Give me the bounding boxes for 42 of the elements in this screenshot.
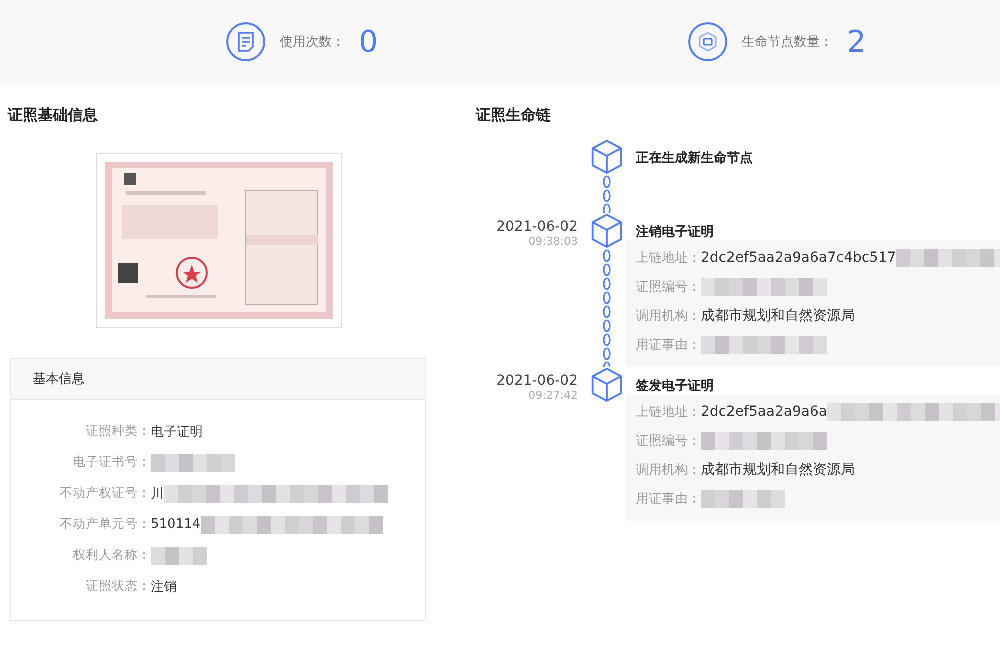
field-label: 证照状态： — [85, 578, 151, 595]
detail-label: 证照编号： — [636, 278, 701, 296]
detail-value: 2dc2ef5aa2a9a6a — [701, 404, 828, 420]
node-title: 签发电子证明 — [636, 378, 714, 395]
stat-value: 0 — [359, 24, 378, 60]
node-time: 09:27:42 — [528, 389, 578, 402]
cube-icon — [590, 213, 624, 249]
node-date: 2021-06-02 — [496, 219, 578, 235]
detail-value: 2dc2ef5aa2a9a6a7c4bc517 — [701, 250, 896, 266]
detail-label: 上链地址： — [636, 404, 701, 420]
detail-value: 成都市规划和自然资源局 — [701, 460, 855, 478]
field-value: 510114 — [151, 517, 201, 532]
field-label: 权利人名称： — [72, 547, 151, 564]
document-icon — [226, 22, 266, 62]
stat-value: 2 — [847, 24, 866, 60]
stat-label: 生命节点数量： — [742, 34, 834, 51]
field-label: 证照种类： — [85, 423, 151, 440]
detail-label: 用证事由： — [636, 490, 701, 508]
cube-icon — [590, 139, 624, 175]
section-title: 证照基础信息 — [8, 106, 99, 125]
detail-label: 调用机构： — [636, 308, 701, 324]
chain-link-drawing — [602, 175, 612, 213]
detail-label: 用证事由： — [636, 336, 701, 354]
section-title: 证照生命链 — [476, 106, 552, 125]
detail-value: 成都市规划和自然资源局 — [701, 306, 855, 324]
field-value: 电子证明 — [151, 424, 203, 440]
field-value: 川 — [151, 486, 164, 502]
field-value: 注销 — [151, 578, 177, 596]
blurred-text — [151, 546, 207, 564]
node-title: 正在生成新生命节点 — [636, 150, 753, 167]
detail-label: 调用机构： — [636, 462, 701, 478]
panel-title: 基本信息 — [11, 359, 425, 400]
field-label: 不动产权证号： — [59, 485, 151, 502]
detail-label: 证照编号： — [636, 432, 701, 450]
field-label: 不动产单元号： — [59, 516, 151, 533]
cube-icon — [590, 367, 624, 403]
node-date: 2021-06-02 — [496, 373, 578, 389]
detail-label: 上链地址： — [636, 250, 701, 266]
stat-label: 使用次数： — [280, 34, 345, 51]
node-title: 注销电子证明 — [636, 224, 714, 241]
field-label: 电子证书号： — [72, 454, 151, 471]
node-time: 09:38:03 — [528, 235, 578, 248]
